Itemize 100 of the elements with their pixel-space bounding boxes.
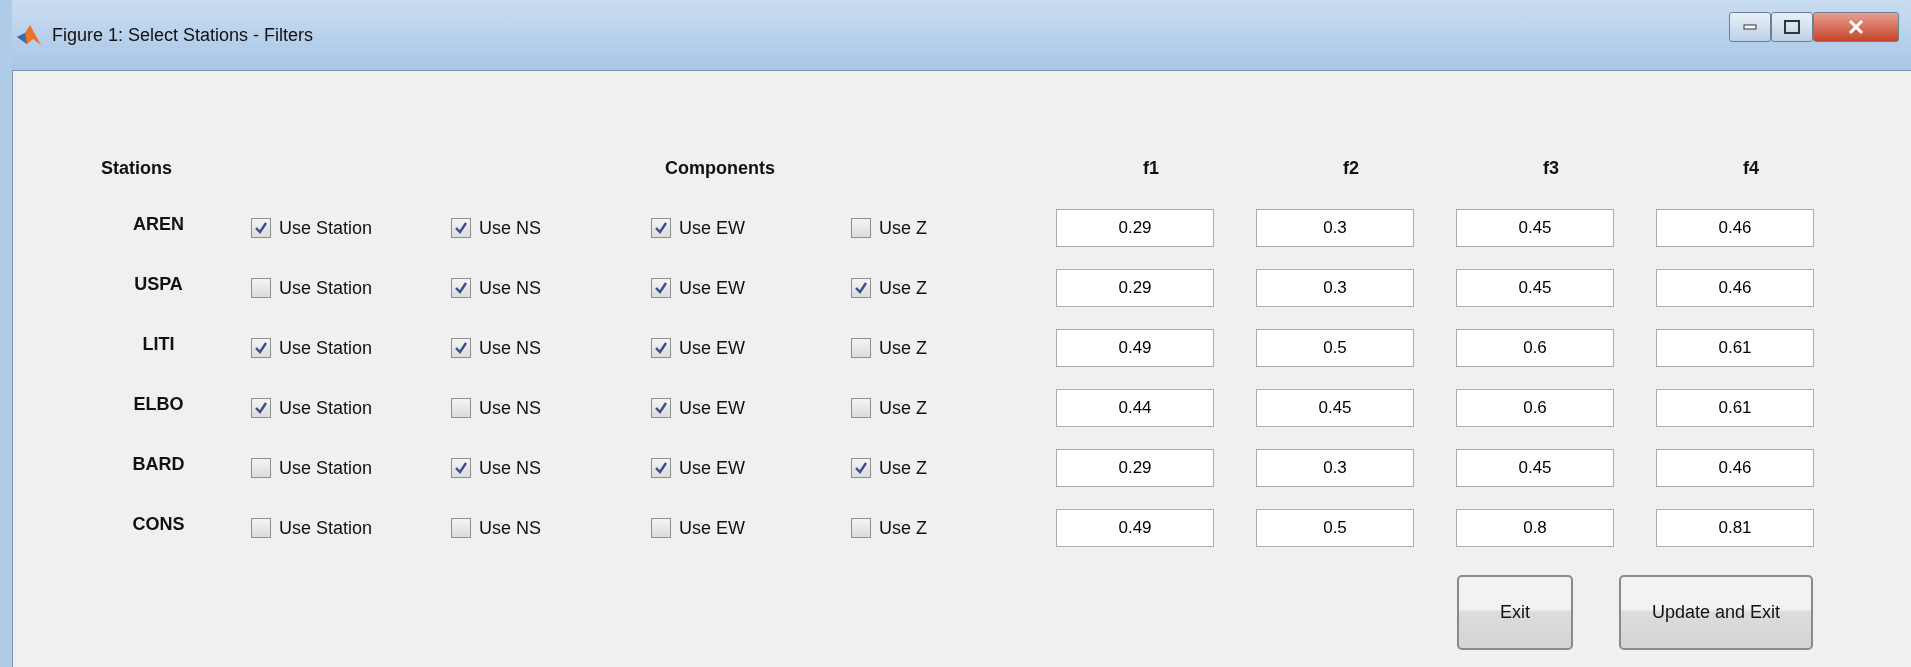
maximize-icon <box>1784 20 1800 34</box>
filter-input[interactable]: 0.6 <box>1456 389 1614 427</box>
checkbox-label: Use Z <box>879 217 927 239</box>
filter-input[interactable]: 0.45 <box>1456 449 1614 487</box>
filter-input[interactable]: 0.3 <box>1256 449 1414 487</box>
check-icon <box>654 221 668 235</box>
check-icon <box>854 281 868 295</box>
filter-input[interactable]: 0.61 <box>1656 329 1814 367</box>
checkbox[interactable] <box>651 338 671 358</box>
check-icon <box>254 401 268 415</box>
filter-input[interactable]: 0.81 <box>1656 509 1814 547</box>
column-heading: f3 <box>1543 157 1559 179</box>
checkbox-label: Use Station <box>279 517 373 539</box>
minimize-button[interactable] <box>1729 12 1771 42</box>
checkbox[interactable] <box>851 218 871 238</box>
checkbox[interactable] <box>851 338 871 358</box>
check-icon <box>454 461 468 475</box>
checkbox[interactable] <box>651 398 671 418</box>
filter-input[interactable]: 0.29 <box>1056 449 1214 487</box>
column-heading: Stations <box>101 157 172 179</box>
checkbox[interactable] <box>451 458 471 478</box>
filter-input[interactable]: 0.29 <box>1056 209 1214 247</box>
checkbox[interactable] <box>651 278 671 298</box>
checkbox[interactable] <box>451 398 471 418</box>
checkbox-label: Use Station <box>279 277 373 299</box>
checkbox-label: Use NS <box>479 397 541 419</box>
station-name: BARD <box>132 453 185 475</box>
checkbox[interactable] <box>651 458 671 478</box>
filter-input[interactable]: 0.49 <box>1056 509 1214 547</box>
filter-input[interactable]: 0.44 <box>1056 389 1214 427</box>
check-icon <box>854 461 868 475</box>
checkbox[interactable] <box>451 278 471 298</box>
checkbox[interactable] <box>851 278 871 298</box>
checkbox[interactable] <box>451 218 471 238</box>
checkbox[interactable] <box>251 278 271 298</box>
app-logo-icon <box>16 23 42 47</box>
close-icon <box>1848 20 1864 34</box>
checkbox-label: Use Station <box>279 337 373 359</box>
checkbox-label: Use Station <box>279 457 373 479</box>
maximize-button[interactable] <box>1771 12 1813 42</box>
filter-input[interactable]: 0.5 <box>1256 329 1414 367</box>
filter-input[interactable]: 0.45 <box>1256 389 1414 427</box>
checkbox-label: Use Z <box>879 337 927 359</box>
check-icon <box>454 341 468 355</box>
checkbox[interactable] <box>451 338 471 358</box>
filter-input[interactable]: 0.46 <box>1656 449 1814 487</box>
checkbox-label: Use Z <box>879 277 927 299</box>
checkbox[interactable] <box>851 398 871 418</box>
filter-input[interactable]: 0.45 <box>1456 269 1614 307</box>
checkbox[interactable] <box>651 518 671 538</box>
check-icon <box>654 401 668 415</box>
filter-input[interactable]: 0.45 <box>1456 209 1614 247</box>
checkbox[interactable] <box>251 458 271 478</box>
checkbox-label: Use Station <box>279 397 373 419</box>
checkbox-label: Use NS <box>479 217 541 239</box>
station-name: USPA <box>134 273 183 295</box>
check-icon <box>654 461 668 475</box>
checkbox[interactable] <box>251 398 271 418</box>
checkbox[interactable] <box>251 518 271 538</box>
checkbox-label: Use NS <box>479 337 541 359</box>
filter-input[interactable]: 0.5 <box>1256 509 1414 547</box>
column-heading: f1 <box>1143 157 1159 179</box>
checkbox[interactable] <box>251 338 271 358</box>
checkbox-label: Use NS <box>479 277 541 299</box>
check-icon <box>654 341 668 355</box>
filter-input[interactable]: 0.3 <box>1256 269 1414 307</box>
station-name: LITI <box>142 333 175 355</box>
column-heading: Components <box>665 157 775 179</box>
filter-input[interactable]: 0.46 <box>1656 269 1814 307</box>
checkbox[interactable] <box>651 218 671 238</box>
filter-input[interactable]: 0.29 <box>1056 269 1214 307</box>
check-icon <box>454 221 468 235</box>
checkbox[interactable] <box>851 518 871 538</box>
minimize-icon <box>1743 24 1757 30</box>
filter-input[interactable]: 0.49 <box>1056 329 1214 367</box>
checkbox[interactable] <box>451 518 471 538</box>
filter-input[interactable]: 0.8 <box>1456 509 1614 547</box>
station-name: ELBO <box>133 393 184 415</box>
filter-input[interactable]: 0.6 <box>1456 329 1614 367</box>
filter-input[interactable]: 0.61 <box>1656 389 1814 427</box>
update-and-exit-button[interactable]: Update and Exit <box>1619 575 1813 650</box>
checkbox-label: Use Z <box>879 397 927 419</box>
check-icon <box>654 281 668 295</box>
checkbox[interactable] <box>851 458 871 478</box>
filter-input[interactable]: 0.46 <box>1656 209 1814 247</box>
column-heading: f4 <box>1743 157 1759 179</box>
filter-input[interactable]: 0.3 <box>1256 209 1414 247</box>
checkbox-label: Use EW <box>679 277 745 299</box>
checkbox-label: Use Station <box>279 217 373 239</box>
station-name: AREN <box>133 213 184 235</box>
close-button[interactable] <box>1813 12 1899 42</box>
checkbox-label: Use EW <box>679 517 745 539</box>
checkbox[interactable] <box>251 218 271 238</box>
check-icon <box>254 341 268 355</box>
exit-button[interactable]: Exit <box>1457 575 1573 650</box>
check-icon <box>254 221 268 235</box>
checkbox-label: Use NS <box>479 517 541 539</box>
checkbox-label: Use EW <box>679 457 745 479</box>
check-icon <box>454 281 468 295</box>
column-heading: f2 <box>1343 157 1359 179</box>
